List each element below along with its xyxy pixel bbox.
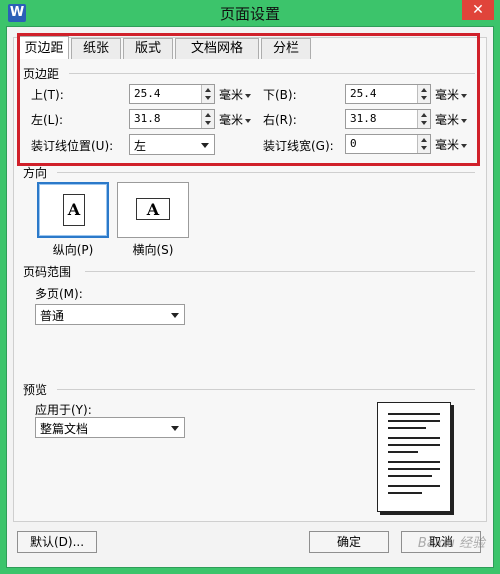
caret-down-icon [461,93,468,98]
caret-down-icon [461,118,468,123]
ok-button[interactable]: 确定 [309,531,389,553]
gutter-position-select[interactable]: 左 [129,134,215,155]
left-margin-label: 左(L): [31,113,64,127]
spin-arrows-icon[interactable] [417,135,430,153]
right-margin-unit[interactable]: 毫米 [435,111,468,128]
bottom-margin-input[interactable]: 25.4 [345,84,431,104]
dialog-title: 页面设置 [219,5,280,23]
spin-arrows-icon[interactable] [201,110,214,128]
multiple-pages-select[interactable]: 普通 [35,304,185,325]
section-divider [85,271,475,272]
close-button[interactable]: ✕ [462,0,494,20]
watermark: Baidu 经验 [417,536,485,551]
landscape-page-icon: A [136,198,170,220]
section-divider [69,73,475,74]
caret-down-icon [245,93,252,98]
section-divider [57,172,475,173]
preview-section-title: 预览 [23,383,48,397]
preview-text-line [388,461,440,463]
page-setup-dialog: 页边距 纸张 版式 文档网格 分栏 页边距 上(T): 25.4 毫米 下(B)… [6,26,494,568]
bottom-margin-unit[interactable]: 毫米 [435,86,468,103]
preview-text-line [388,427,426,429]
preview-text-line [388,420,440,422]
preview-text-line [388,444,440,446]
page-range-section-title: 页码范围 [23,265,72,279]
left-margin-unit[interactable]: 毫米 [219,111,252,128]
default-button[interactable]: 默认(D)... [17,531,97,553]
apply-to-label: 应用于(Y): [35,403,92,417]
gutter-position-label: 装订线位置(U): [31,139,114,153]
portrait-page-icon: A [63,194,85,226]
caret-down-icon [461,143,468,148]
multiple-pages-label: 多页(M): [35,287,83,301]
title-bar: W 页面设置 ✕ [0,0,500,26]
apply-to-select[interactable]: 整篇文档 [35,417,185,438]
caret-down-icon [171,426,179,431]
preview-text-line [388,413,440,415]
portrait-label[interactable]: 纵向(P) [33,241,113,258]
spin-arrows-icon[interactable] [417,110,430,128]
right-margin-input[interactable]: 31.8 [345,109,431,129]
preview-text-line [388,451,418,453]
top-margin-unit[interactable]: 毫米 [219,86,252,103]
preview-text-line [388,437,440,439]
orientation-section-title: 方向 [23,166,48,180]
top-margin-input[interactable]: 25.4 [129,84,215,104]
gutter-width-unit[interactable]: 毫米 [435,136,468,153]
right-margin-label: 右(R): [263,113,297,127]
caret-down-icon [171,313,179,318]
portrait-option[interactable]: A [37,182,109,238]
margins-section-title: 页边距 [23,67,60,81]
preview-text-line [388,492,422,494]
spin-arrows-icon[interactable] [201,85,214,103]
caret-down-icon [201,143,209,148]
landscape-label[interactable]: 横向(S) [113,241,193,258]
page-preview [377,402,451,512]
gutter-width-input[interactable]: 0 [345,134,431,154]
preview-text-line [388,475,432,477]
left-margin-input[interactable]: 31.8 [129,109,215,129]
gutter-width-label: 装订线宽(G): [263,139,334,153]
bottom-margin-label: 下(B): [263,88,297,102]
caret-down-icon [245,118,252,123]
section-divider [57,389,475,390]
top-margin-label: 上(T): [31,88,64,102]
spin-arrows-icon[interactable] [417,85,430,103]
preview-text-line [388,468,440,470]
preview-text-line [388,485,440,487]
landscape-option[interactable]: A [117,182,189,238]
